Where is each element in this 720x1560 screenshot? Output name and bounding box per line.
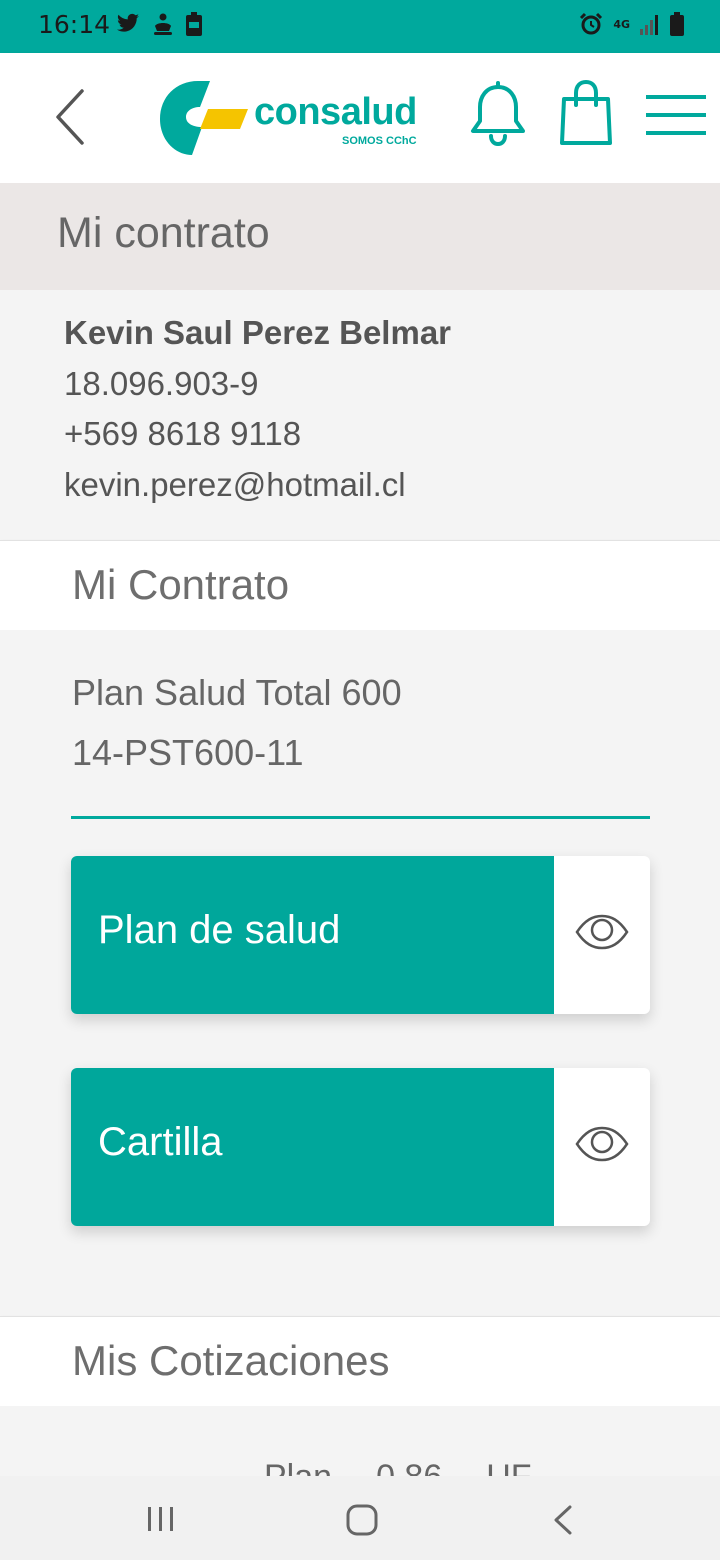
page-title-band: Mi contrato [0, 183, 720, 290]
home-icon[interactable] [346, 1504, 378, 1536]
user-email: kevin.perez@hotmail.cl [64, 466, 406, 503]
network-4g-icon: 4G [613, 17, 630, 31]
plan-code: 14-PST600-11 [72, 732, 304, 773]
quote-row: Plan 0,86 UF [264, 1458, 532, 1476]
back-chevron-icon [56, 89, 84, 145]
shopping-bag-icon [560, 79, 612, 145]
twitter-icon [117, 13, 139, 32]
logo-subtext: SOMOS CChC [342, 135, 417, 147]
document-card-plan-de-salud[interactable]: Plan de salud [71, 856, 650, 1014]
document-label-area[interactable]: Plan de salud [71, 856, 554, 1014]
eye-icon[interactable] [575, 912, 629, 952]
hamburger-menu-icon [646, 95, 706, 135]
app-screen: 16:14 4G consalud SOMOS CChC Mi contrato… [0, 0, 720, 1560]
signal-icon [640, 15, 658, 35]
status-left-icons [116, 12, 202, 36]
cart-button[interactable] [556, 79, 616, 147]
app-header: consalud SOMOS CChC [0, 53, 720, 183]
consalud-logo[interactable]: consalud SOMOS CChC [158, 79, 422, 159]
quote-unit: UF [486, 1458, 531, 1476]
section-title: Mis Cotizaciones [72, 1337, 390, 1384]
section-title: Mi Contrato [72, 561, 290, 608]
eye-icon[interactable] [575, 1124, 629, 1164]
status-bar: 16:14 4G [0, 0, 720, 53]
menu-button[interactable] [646, 93, 706, 137]
quotes-body: Plan 0,86 UF [0, 1406, 720, 1476]
plan-name: Plan Salud Total 600 [72, 672, 402, 713]
document-label-area[interactable]: Cartilla [71, 1068, 554, 1226]
page-title: Mi contrato [57, 209, 270, 257]
user-rut: 18.096.903-9 [64, 365, 259, 402]
user-info: Kevin Saul Perez Belmar 18.096.903-9 +56… [0, 290, 720, 540]
alarm-icon [580, 12, 603, 35]
recent-apps-icon[interactable] [146, 1506, 176, 1532]
divider [71, 816, 650, 819]
document-label: Plan de salud [98, 908, 341, 952]
document-card-cartilla[interactable]: Cartilla [71, 1068, 650, 1226]
bell-icon [471, 81, 525, 147]
contract-body: Plan Salud Total 600 14-PST600-11 Plan d… [0, 630, 720, 1316]
sailing-app-icon [154, 13, 172, 35]
logo-mark [160, 81, 248, 155]
quote-value: 0,86 [376, 1458, 442, 1476]
section-mi-contrato[interactable]: Mi Contrato [0, 540, 720, 630]
logo-wordmark: consalud [254, 91, 417, 133]
user-name: Kevin Saul Perez Belmar [64, 314, 452, 351]
quote-label: Plan [264, 1458, 332, 1476]
status-time: 16:14 [38, 10, 111, 39]
status-right-icons: 4G [579, 12, 684, 36]
back-icon[interactable] [552, 1504, 574, 1536]
section-mis-cotizaciones[interactable]: Mis Cotizaciones [0, 1316, 720, 1406]
battery-saver-icon [186, 12, 202, 36]
document-label: Cartilla [98, 1120, 223, 1164]
user-phone: +569 8618 9118 [64, 415, 302, 452]
battery-icon [670, 12, 684, 36]
system-nav-bar [0, 1476, 720, 1560]
notifications-button[interactable] [468, 81, 528, 147]
back-button[interactable] [50, 85, 96, 149]
